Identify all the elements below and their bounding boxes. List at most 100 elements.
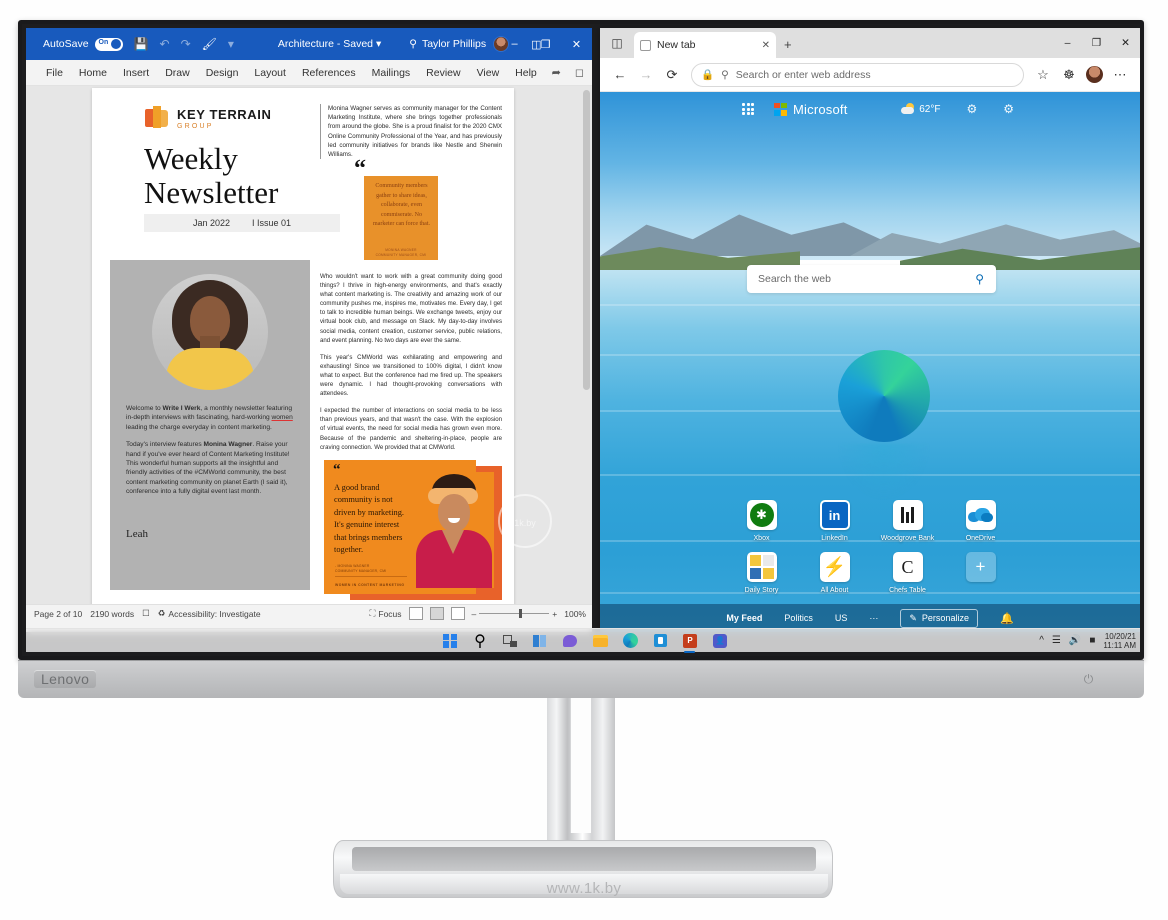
brand-subtitle: GROUP (177, 122, 214, 130)
document-title[interactable]: Architecture - Saved ▾ (278, 38, 381, 50)
file-explorer-button[interactable] (591, 632, 609, 650)
word-count[interactable]: 2190 words (90, 609, 134, 619)
profile-avatar[interactable] (1086, 66, 1103, 83)
tile-daily-story[interactable]: Daily Story (725, 552, 798, 594)
tile-xbox[interactable]: ✱ Xbox (725, 500, 798, 542)
add-favorite-icon[interactable]: ☆ (1031, 63, 1055, 87)
page-settings-gear-icon[interactable]: ⚙ (1003, 102, 1014, 116)
tab-layout[interactable]: Layout (246, 67, 294, 79)
web-layout-icon[interactable] (450, 607, 465, 620)
zoom-in-button[interactable]: + (552, 609, 557, 619)
focus-button[interactable]: ⛶ Focus (369, 608, 401, 619)
woodgrove-bank-icon (892, 500, 923, 530)
tab-file[interactable]: File (38, 67, 71, 79)
tab-review[interactable]: Review (418, 67, 468, 79)
chevron-down-icon[interactable]: ▾ (228, 37, 234, 51)
proofing-icon[interactable]: ☐ (142, 608, 150, 619)
app-launcher-icon[interactable] (742, 103, 754, 115)
tile-onedrive[interactable]: OneDrive (944, 500, 1017, 542)
minimize-button[interactable]: – (499, 28, 530, 60)
zoom-level[interactable]: 100% (564, 609, 586, 619)
minimize-button[interactable]: – (1053, 28, 1082, 58)
microsoft-logo[interactable]: Microsoft (774, 102, 848, 117)
undo-icon[interactable]: ↶ (160, 37, 170, 51)
settings-gear-icon[interactable]: ⚙ (966, 102, 977, 116)
focus-icon: ⛶ (369, 608, 376, 618)
volume-icon[interactable]: 🔊 (1069, 635, 1081, 646)
search-button[interactable]: ⚲ (471, 632, 489, 650)
more-options-icon[interactable]: ⋯ (1108, 63, 1132, 87)
read-mode-icon[interactable] (408, 607, 423, 620)
task-view-button[interactable] (501, 632, 519, 650)
save-icon[interactable]: 💾 (134, 37, 149, 51)
tab-help[interactable]: Help (507, 67, 545, 79)
bell-icon[interactable]: 🔔 (1000, 612, 1014, 625)
zoom-slider[interactable]: – + (472, 609, 558, 619)
personalize-button[interactable]: ✎ Personalize (900, 608, 978, 628)
redo-icon[interactable]: ↷ (181, 37, 191, 51)
tile-woodgrove-bank[interactable]: Woodgrove Bank (871, 500, 944, 542)
maximize-button[interactable]: ❐ (1082, 28, 1111, 58)
tab-actions-icon[interactable]: ◫ (600, 28, 634, 58)
system-tray: ^ ☰ 🔊 ■ 10/20/21 11:11 AM (1039, 632, 1136, 650)
tab-home[interactable]: Home (71, 67, 115, 79)
body-paragraph-3: I expected the number of interactions on… (320, 407, 502, 451)
tab-insert[interactable]: Insert (115, 67, 157, 79)
page-info[interactable]: Page 2 of 10 (34, 609, 82, 619)
tile-add-site[interactable]: + (944, 552, 1017, 594)
autosave-label: AutoSave (43, 38, 89, 50)
zoom-out-button[interactable]: – (472, 609, 477, 619)
wifi-icon[interactable]: ☰ (1052, 635, 1061, 646)
refresh-icon[interactable]: ⟳ (660, 63, 684, 87)
accessibility-icon: ♻ (157, 608, 166, 618)
start-button[interactable] (441, 632, 459, 650)
close-button[interactable]: ✕ (1111, 28, 1140, 58)
tab-draw[interactable]: Draw (157, 67, 198, 79)
clock[interactable]: 10/20/21 11:11 AM (1103, 632, 1136, 650)
teams-button[interactable]: 👤 (711, 632, 729, 650)
show-hidden-icons[interactable]: ^ (1039, 635, 1044, 646)
edge-button[interactable] (621, 632, 639, 650)
accessibility-status[interactable]: ♻ Accessibility: Investigate (158, 608, 261, 619)
zoom-thumb[interactable] (519, 609, 523, 618)
share-icon[interactable]: ➦ (552, 66, 561, 79)
widgets-button[interactable] (531, 632, 549, 650)
search-submit-icon[interactable]: ⚲ (975, 272, 984, 286)
address-bar[interactable]: 🔒 ⚲ Search or enter web address (691, 62, 1024, 87)
search-placeholder: Search the web (758, 273, 831, 285)
autosave-toggle[interactable]: On (94, 37, 123, 51)
feed-tab-us[interactable]: US (835, 613, 848, 623)
microsoft-wordmark: Microsoft (793, 101, 848, 117)
weather-widget[interactable]: 62°F (901, 103, 940, 115)
feed-tab-politics[interactable]: Politics (784, 613, 813, 623)
feed-tab-my-feed[interactable]: My Feed (726, 613, 762, 623)
tile-linkedin[interactable]: in LinkedIn (798, 500, 871, 542)
comments-icon[interactable]: ◻ (575, 66, 584, 79)
back-arrow-icon[interactable]: ← (608, 63, 632, 87)
power-icon[interactable]: ⏻ (1081, 672, 1096, 687)
tab-design[interactable]: Design (198, 67, 247, 79)
store-button[interactable] (651, 632, 669, 650)
collections-icon[interactable]: ☸ (1057, 63, 1081, 87)
new-tab-button[interactable]: + (784, 37, 792, 52)
powerpoint-button[interactable]: P (681, 632, 699, 653)
word-status-bar: Page 2 of 10 2190 words ☐ ♻ Accessibilit… (26, 604, 592, 622)
tab-view[interactable]: View (469, 67, 508, 79)
browser-tab[interactable]: New tab ✕ (634, 32, 776, 58)
chat-button[interactable] (561, 632, 579, 650)
maximize-button[interactable]: ❐ (530, 28, 561, 60)
word-search-box[interactable]: ⚲ Taylor Phillips (409, 38, 486, 50)
vertical-scrollbar[interactable] (583, 90, 590, 390)
close-button[interactable]: ✕ (561, 28, 592, 60)
tile-all-about[interactable]: ⚡ All About (798, 552, 871, 594)
print-layout-icon[interactable] (429, 607, 444, 620)
close-icon[interactable]: ✕ (762, 40, 770, 51)
feed-tab-more[interactable]: ··· (869, 613, 878, 623)
tab-references[interactable]: References (294, 67, 364, 79)
forward-arrow-icon[interactable]: → (634, 63, 658, 87)
tile-chefs-table[interactable]: C Chefs Table (871, 552, 944, 594)
draw-touch-icon[interactable]: 🖌 (202, 37, 217, 51)
battery-icon[interactable]: ■ (1089, 635, 1095, 646)
search-input[interactable]: Search the web ⚲ (747, 265, 996, 293)
tab-mailings[interactable]: Mailings (364, 67, 419, 79)
